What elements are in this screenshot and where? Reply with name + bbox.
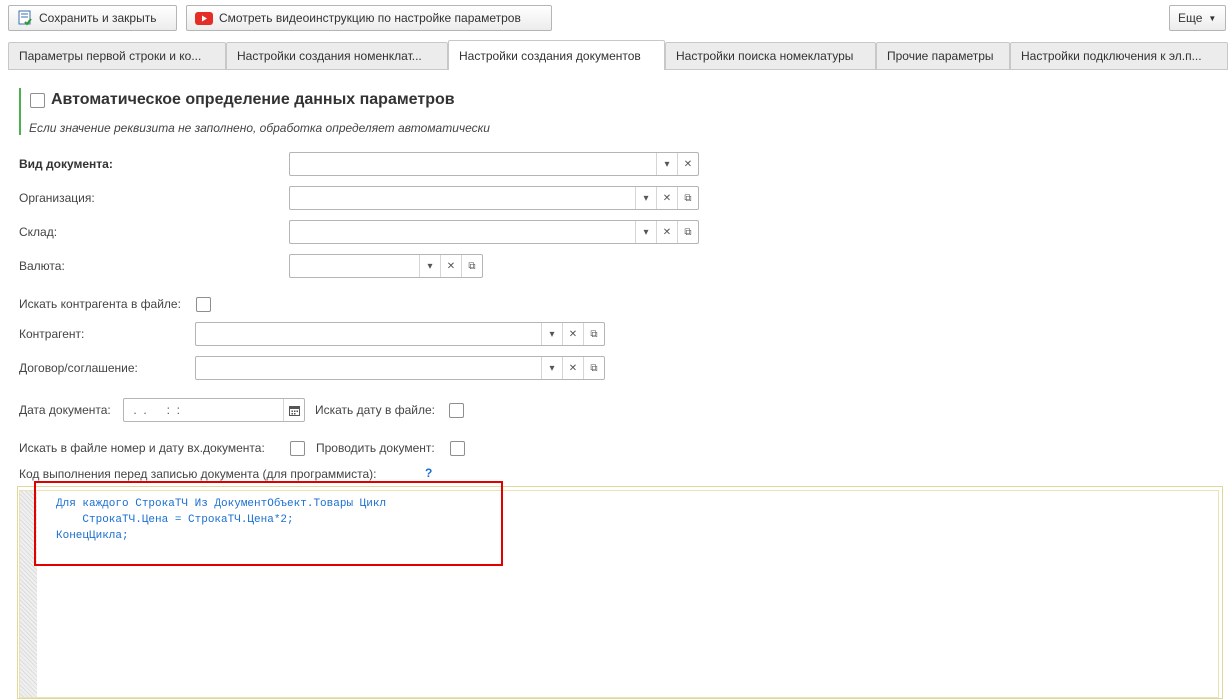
post-doc-checkbox[interactable] xyxy=(450,441,465,456)
currency-label: Валюта: xyxy=(19,259,65,273)
tab-label: Настройки поиска номеклатуры xyxy=(676,49,854,63)
doc-date-value: . . : : xyxy=(130,403,181,417)
contractor-label: Контрагент: xyxy=(19,327,85,341)
dropdown-arrow-icon[interactable]: ▾ xyxy=(419,255,440,277)
contract-field[interactable]: ▾ ✕ ⧉ xyxy=(195,356,605,380)
tab-document-creation[interactable]: Настройки создания документов xyxy=(448,40,665,70)
search-contractor-checkbox[interactable] xyxy=(196,297,211,312)
clear-icon[interactable]: ✕ xyxy=(562,357,583,379)
post-doc-label: Проводить документ: xyxy=(316,441,435,455)
chevron-down-icon: ▼ xyxy=(1208,13,1217,23)
video-instruction-button[interactable]: Смотреть видеоинструкцию по настройке па… xyxy=(186,5,552,31)
search-date-checkbox[interactable] xyxy=(449,403,464,418)
save-document-icon xyxy=(17,10,33,26)
more-menu-button[interactable]: Еще ▼ xyxy=(1169,5,1226,31)
dropdown-arrow-icon[interactable]: ▾ xyxy=(541,323,562,345)
tab-label: Прочие параметры xyxy=(887,49,994,63)
search-number-label: Искать в файле номер и дату вх.документа… xyxy=(19,441,265,455)
open-icon[interactable]: ⧉ xyxy=(677,187,698,209)
open-icon[interactable]: ⧉ xyxy=(583,357,604,379)
currency-field[interactable]: ▾ ✕ ⧉ xyxy=(289,254,483,278)
tab-nomenclature-creation[interactable]: Настройки создания номенклат... xyxy=(226,42,448,69)
more-label: Еще xyxy=(1178,11,1203,25)
tab-connection-settings[interactable]: Настройки подключения к эл.п... xyxy=(1010,42,1228,69)
open-icon[interactable]: ⧉ xyxy=(461,255,482,277)
dropdown-arrow-icon[interactable]: ▾ xyxy=(635,221,656,243)
highlight-annotation-box xyxy=(34,481,503,566)
tab-label: Параметры первой строки и ко... xyxy=(19,49,202,63)
doc-type-field[interactable]: ▾ ✕ xyxy=(289,152,699,176)
calendar-icon[interactable] xyxy=(283,399,304,421)
auto-detect-hint: Если значение реквизита не заполнено, об… xyxy=(29,121,490,135)
clear-icon[interactable]: ✕ xyxy=(562,323,583,345)
open-icon[interactable]: ⧉ xyxy=(677,221,698,243)
clear-icon[interactable]: ✕ xyxy=(656,221,677,243)
org-field[interactable]: ▾ ✕ ⧉ xyxy=(289,186,699,210)
group-accent-bar xyxy=(19,88,21,135)
contract-label: Договор/соглашение: xyxy=(19,361,138,375)
doc-date-label: Дата документа: xyxy=(19,403,111,417)
tab-label: Настройки создания номенклат... xyxy=(237,49,422,63)
search-contractor-label: Искать контрагента в файле: xyxy=(19,297,181,311)
search-number-checkbox[interactable] xyxy=(290,441,305,456)
warehouse-field[interactable]: ▾ ✕ ⧉ xyxy=(289,220,699,244)
tab-label: Настройки создания документов xyxy=(459,48,641,63)
warehouse-label: Склад: xyxy=(19,225,58,239)
tab-first-row-params[interactable]: Параметры первой строки и ко... xyxy=(8,42,226,69)
auto-detect-title: Автоматическое определение данных параме… xyxy=(51,91,455,108)
dropdown-arrow-icon[interactable]: ▾ xyxy=(541,357,562,379)
contractor-field[interactable]: ▾ ✕ ⧉ xyxy=(195,322,605,346)
save-and-close-label: Сохранить и закрыть xyxy=(39,11,157,25)
youtube-icon xyxy=(195,11,213,25)
org-label: Организация: xyxy=(19,191,95,205)
code-label: Код выполнения перед записью документа (… xyxy=(19,467,377,481)
clear-icon[interactable]: ✕ xyxy=(677,153,698,175)
dropdown-arrow-icon[interactable]: ▾ xyxy=(635,187,656,209)
dropdown-arrow-icon[interactable]: ▾ xyxy=(656,153,677,175)
doc-date-field[interactable]: . . : : xyxy=(123,398,305,422)
clear-icon[interactable]: ✕ xyxy=(440,255,461,277)
save-and-close-button[interactable]: Сохранить и закрыть xyxy=(8,5,177,31)
search-date-label: Искать дату в файле: xyxy=(315,403,435,417)
auto-detect-checkbox[interactable] xyxy=(30,93,45,108)
doc-type-label: Вид документа: xyxy=(19,157,113,171)
clear-icon[interactable]: ✕ xyxy=(656,187,677,209)
tab-nomenclature-search[interactable]: Настройки поиска номеклатуры xyxy=(665,42,876,69)
tab-label: Настройки подключения к эл.п... xyxy=(1021,49,1202,63)
help-icon[interactable]: ? xyxy=(425,466,432,480)
tab-other-params[interactable]: Прочие параметры xyxy=(876,42,1010,69)
open-icon[interactable]: ⧉ xyxy=(583,323,604,345)
video-instruction-label: Смотреть видеоинструкцию по настройке па… xyxy=(219,11,521,25)
